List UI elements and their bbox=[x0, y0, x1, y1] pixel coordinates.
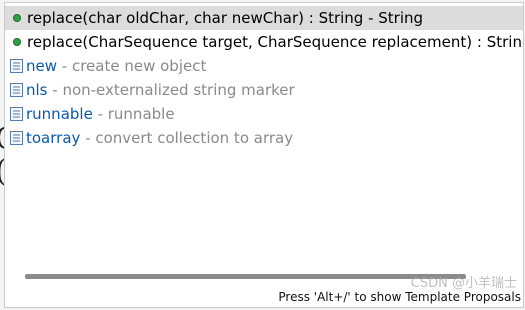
template-icon bbox=[10, 59, 23, 73]
template-icon bbox=[10, 83, 23, 97]
proposal-template-new[interactable]: new - create new object bbox=[5, 54, 523, 78]
proposal-template-runnable[interactable]: runnable - runnable bbox=[5, 102, 523, 126]
template-separator: - bbox=[47, 81, 63, 99]
template-name: toarray bbox=[26, 129, 81, 147]
content-assist-popup: replace(char oldChar, char newChar) : St… bbox=[4, 2, 524, 308]
template-name: nls bbox=[26, 81, 48, 99]
public-method-icon bbox=[13, 14, 21, 22]
public-method-icon bbox=[13, 38, 21, 46]
template-description: non-externalized string marker bbox=[62, 81, 295, 99]
template-name: runnable bbox=[26, 105, 93, 123]
proposal-replace-charsequence[interactable]: replace(CharSequence target, CharSequenc… bbox=[5, 30, 523, 54]
template-separator: - bbox=[92, 105, 108, 123]
template-icon bbox=[10, 131, 23, 145]
proposal-replace-char[interactable]: replace(char oldChar, char newChar) : St… bbox=[5, 6, 523, 30]
proposal-label: replace(CharSequence target, CharSequenc… bbox=[27, 33, 523, 51]
proposal-label: replace(char oldChar, char newChar) : St… bbox=[27, 9, 424, 27]
template-description: create new object bbox=[71, 57, 207, 75]
proposal-list: replace(char oldChar, char newChar) : St… bbox=[5, 6, 523, 150]
template-separator: - bbox=[80, 129, 96, 147]
template-description: convert collection to array bbox=[95, 129, 294, 147]
status-hint: Press 'Alt+/' to show Template Proposals bbox=[278, 290, 521, 304]
template-icon bbox=[10, 107, 23, 121]
template-name: new bbox=[26, 57, 58, 75]
horizontal-scrollbar-thumb[interactable] bbox=[25, 274, 466, 279]
template-separator: - bbox=[57, 57, 72, 75]
proposal-template-toarray[interactable]: toarray - convert collection to array bbox=[5, 126, 523, 150]
proposal-template-nls[interactable]: nls - non-externalized string marker bbox=[5, 78, 523, 102]
watermark: CSDN @小羊瑞士 bbox=[410, 276, 517, 291]
template-description: runnable bbox=[107, 105, 175, 123]
